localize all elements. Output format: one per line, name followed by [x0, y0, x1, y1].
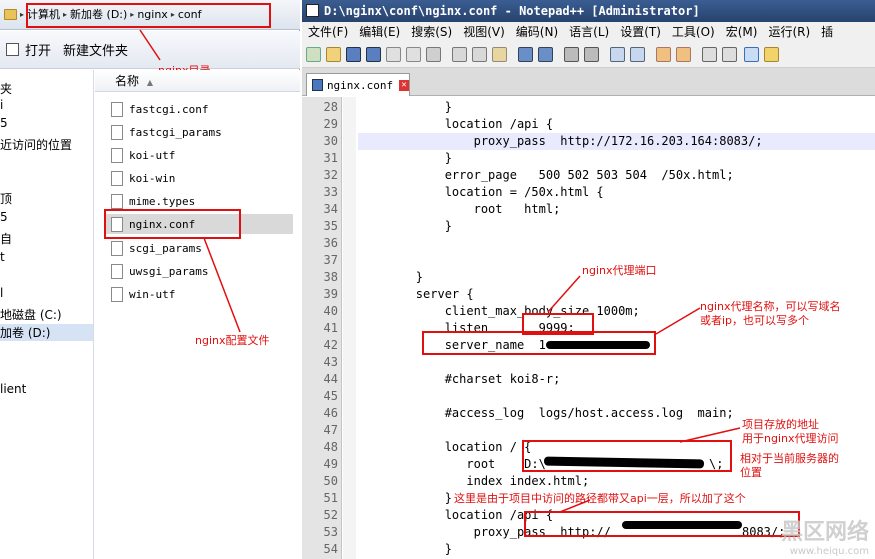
arrow-root — [679, 427, 741, 443]
screenshot-root: ▸ 计算机 ▸ 新加卷 (D:) ▸ nginx ▸ conf 打开 新建文件夹… — [0, 0, 875, 559]
annotation-arrows — [139, 29, 741, 513]
arrow-api — [559, 499, 591, 513]
arrow-conf — [203, 237, 241, 333]
arrow-port — [547, 275, 581, 313]
arrow-name — [655, 307, 701, 335]
arrow-path — [139, 29, 161, 61]
